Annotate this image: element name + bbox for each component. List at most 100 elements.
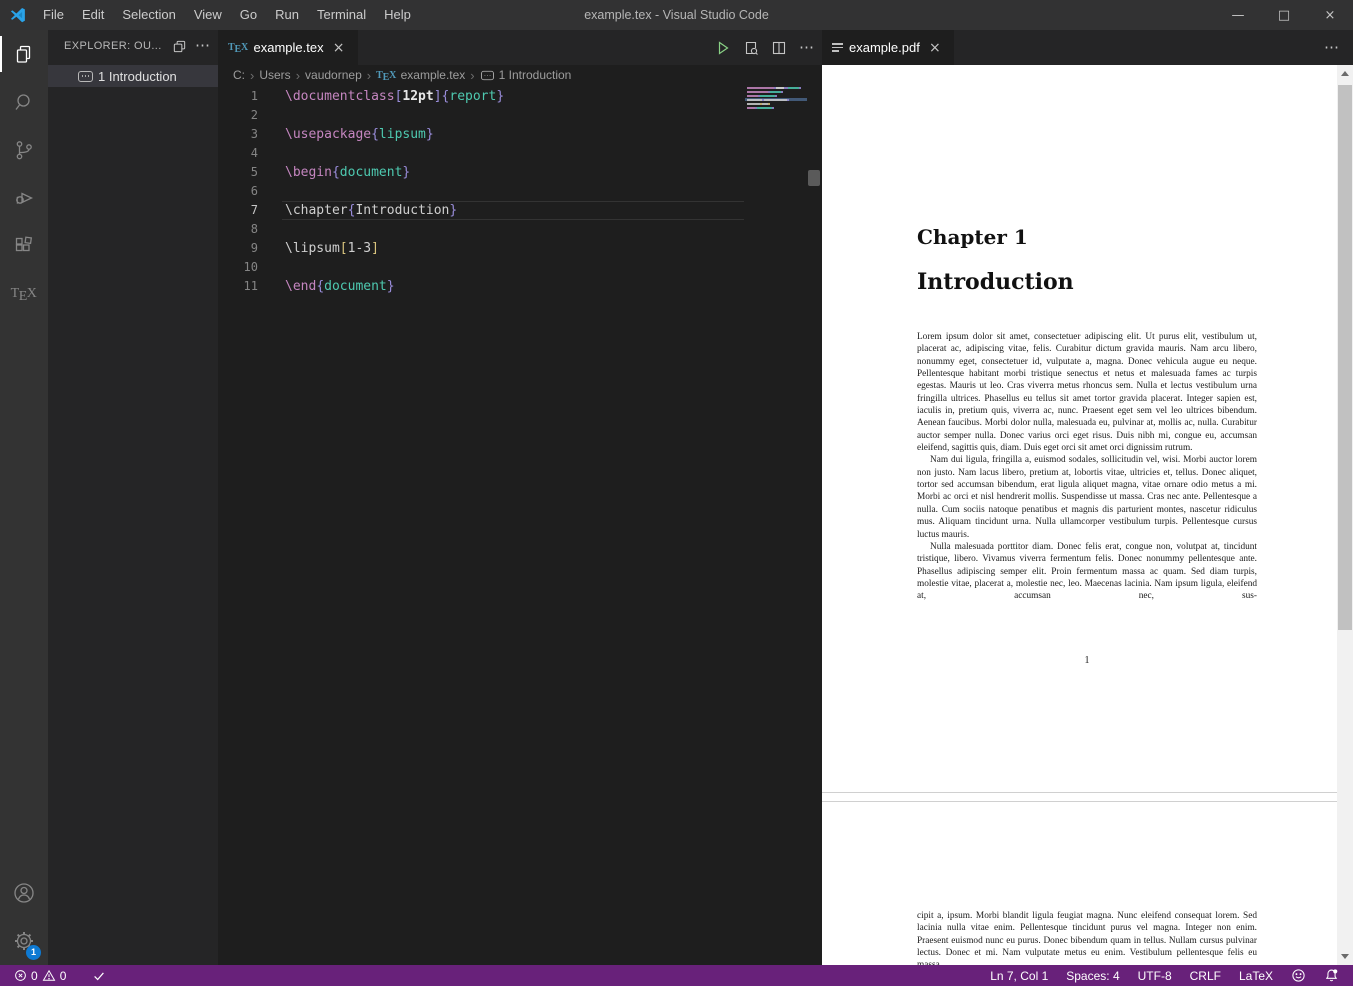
chevron-right-icon: ›	[295, 67, 301, 83]
activity-latex-workshop-button[interactable]: TEX	[0, 270, 48, 318]
activity-explorer-button[interactable]	[0, 30, 48, 78]
editor-actions: ⋯	[715, 30, 822, 65]
vscode-logo-icon[interactable]	[0, 6, 34, 25]
breadcrumb-item[interactable]: 1 Introduction	[480, 68, 571, 82]
line-number[interactable]: 5	[218, 163, 258, 182]
code-line[interactable]: \begin{document}	[285, 163, 742, 182]
line-number[interactable]: 1	[218, 87, 258, 106]
menu-help[interactable]: Help	[375, 0, 420, 30]
build-latex-button[interactable]	[715, 40, 731, 56]
tex-icon: TEX	[10, 286, 38, 304]
line-number[interactable]: 11	[218, 277, 258, 296]
menu-go[interactable]: Go	[231, 0, 266, 30]
pdf-page-number: 1	[1084, 655, 1090, 666]
menu-edit[interactable]: Edit	[73, 0, 113, 30]
breadcrumb-item[interactable]: TEX example.tex	[376, 68, 465, 83]
close-window-button[interactable]: ×	[1307, 0, 1353, 30]
breadcrumb-item[interactable]: vaudornep	[305, 68, 362, 82]
pdf-chapter-heading: Chapter 1	[917, 225, 1028, 249]
menu-terminal[interactable]: Terminal	[308, 0, 375, 30]
accounts-button[interactable]	[0, 869, 48, 917]
code-editor[interactable]: 1 2 3 4 5 6 7 8 9 10 11 \documentclass[12pt]{repor…	[218, 85, 822, 965]
editor-scrollbar-thumb[interactable]	[808, 170, 820, 186]
language-mode-status[interactable]: LaTeX	[1239, 969, 1273, 983]
code-line[interactable]	[285, 258, 742, 277]
cursor-position-status[interactable]: Ln 7, Col 1	[990, 969, 1048, 983]
tex-file-icon: TEX	[228, 42, 249, 55]
symbol-icon	[480, 70, 494, 80]
window-controls: — □ ×	[1215, 0, 1353, 30]
activity-search-button[interactable]	[0, 78, 48, 126]
activity-source-control-button[interactable]	[0, 126, 48, 174]
feedback-icon[interactable]	[1291, 968, 1306, 983]
minimap-line	[747, 91, 783, 93]
vscode-window: File Edit Selection View Go Run Terminal Help e…	[0, 0, 1353, 986]
breadcrumb: C: › Users › vaudornep › TEX example.tex › 1 Intr…	[218, 65, 822, 85]
pdf-scrollbar-thumb[interactable]	[1338, 85, 1352, 630]
minimize-button[interactable]: —	[1215, 0, 1261, 30]
line-number[interactable]: 10	[218, 258, 258, 277]
pdf-paragraph: cipit a, ipsum. Morbi blandit ligula feu…	[917, 911, 1257, 965]
menu-file[interactable]: File	[34, 0, 73, 30]
code-line[interactable]: \chapter{Introduction}	[285, 201, 742, 220]
code-line[interactable]: \documentclass[12pt]{report}	[285, 87, 742, 106]
tab-close-icon[interactable]: ×	[926, 40, 944, 56]
minimap[interactable]	[745, 85, 807, 225]
encoding-status[interactable]: UTF-8	[1138, 969, 1172, 983]
pdf-paragraph: Lorem ipsum dolor sit amet, consectetuer…	[917, 332, 1257, 454]
source-control-icon	[16, 141, 32, 160]
pdf-scrollbar[interactable]	[1337, 65, 1353, 965]
pdf-file-icon	[832, 43, 844, 52]
code-line[interactable]: \usepackage{lipsum}	[285, 125, 742, 144]
settings-button[interactable]: 1	[0, 917, 48, 965]
line-number[interactable]: 9	[218, 239, 258, 258]
sidebar-more-actions-icon[interactable]: ⋯	[195, 38, 210, 53]
menu-view[interactable]: View	[185, 0, 231, 30]
line-number[interactable]: 6	[218, 182, 258, 201]
code-line[interactable]	[285, 106, 742, 125]
activity-extensions-button[interactable]	[0, 222, 48, 270]
pdf-viewer[interactable]: Chapter 1 Introduction Lorem ipsum dolor…	[822, 65, 1353, 965]
eol-status[interactable]: CRLF	[1190, 969, 1221, 983]
check-icon	[94, 972, 105, 980]
view-pdf-button[interactable]	[743, 40, 759, 56]
notifications-bell-icon[interactable]	[1324, 968, 1339, 983]
code-line[interactable]: \end{document}	[285, 277, 742, 296]
breadcrumb-item[interactable]: C:	[233, 68, 245, 82]
code-line[interactable]	[285, 220, 742, 239]
editor-group: TEX example.tex × ⋯ C: › Users › vaudorn…	[218, 30, 822, 965]
pdf-more-actions-icon[interactable]: ⋯	[1324, 40, 1339, 55]
indentation-status[interactable]: Spaces: 4	[1066, 969, 1119, 983]
line-number-gutter: 1 2 3 4 5 6 7 8 9 10 11	[218, 87, 258, 296]
line-number[interactable]: 4	[218, 144, 258, 163]
split-editor-button[interactable]	[771, 40, 787, 56]
title-bar: File Edit Selection View Go Run Terminal Help e…	[0, 0, 1353, 30]
open-editors-icon[interactable]	[172, 39, 187, 54]
editor-tab-bar: TEX example.tex × ⋯	[218, 30, 822, 65]
tab-close-icon[interactable]: ×	[330, 40, 348, 56]
minimap-line	[747, 95, 777, 97]
settings-badge: 1	[26, 945, 41, 960]
breadcrumb-item[interactable]: Users	[259, 68, 290, 82]
menu-bar: File Edit Selection View Go Run Terminal Help	[34, 0, 420, 30]
code-line[interactable]	[285, 182, 742, 201]
editor-more-actions-icon[interactable]: ⋯	[799, 40, 814, 55]
account-icon	[14, 883, 34, 903]
line-number[interactable]: 7	[218, 201, 258, 220]
scroll-up-icon[interactable]	[1337, 65, 1353, 82]
line-number[interactable]: 3	[218, 125, 258, 144]
latex-build-status[interactable]	[88, 969, 110, 983]
code-line[interactable]	[285, 144, 742, 163]
problems-status[interactable]: 0 0	[10, 969, 70, 983]
menu-run[interactable]: Run	[266, 0, 308, 30]
line-number[interactable]: 8	[218, 220, 258, 239]
maximize-button[interactable]: □	[1261, 0, 1307, 30]
scroll-down-icon[interactable]	[1337, 948, 1353, 965]
tab-example-tex[interactable]: TEX example.tex ×	[218, 30, 359, 65]
menu-selection[interactable]: Selection	[113, 0, 184, 30]
line-number[interactable]: 2	[218, 106, 258, 125]
outline-item-introduction[interactable]: 1 Introduction	[48, 65, 218, 87]
tab-example-pdf[interactable]: example.pdf ×	[822, 30, 955, 65]
code-line[interactable]: \lipsum[1-3]	[285, 239, 742, 258]
activity-run-debug-button[interactable]	[0, 174, 48, 222]
